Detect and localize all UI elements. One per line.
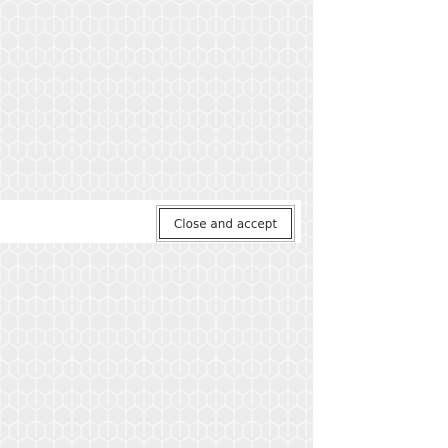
close-and-accept-label: Close and accept [159, 208, 292, 239]
side-panel [313, 0, 448, 448]
close-and-accept-button[interactable]: Close and accept [156, 205, 295, 242]
